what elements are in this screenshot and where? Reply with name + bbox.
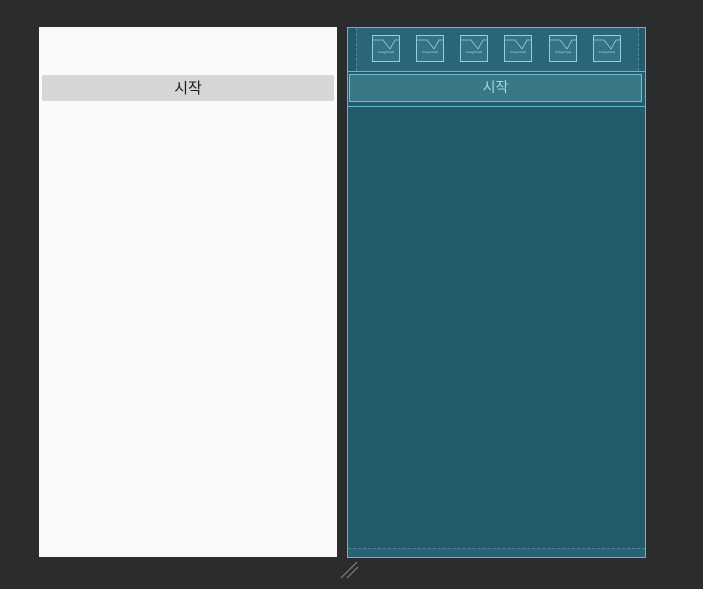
image-view-icon xyxy=(505,39,531,50)
image-view-label: ImageView xyxy=(421,50,439,54)
start-button[interactable]: 시작 xyxy=(42,75,334,101)
image-view-2[interactable]: ImageView xyxy=(416,35,444,62)
image-view-6[interactable]: ImageView xyxy=(593,35,621,62)
image-view-label: ImageView xyxy=(554,50,572,54)
blueprint-divider xyxy=(348,71,645,72)
image-view-icon xyxy=(461,39,487,50)
design-preview[interactable]: 시작 xyxy=(39,27,337,557)
layout-editor-canvas: 시작 ImageView ImageView ImageView ImageVi… xyxy=(0,0,703,589)
image-view-1[interactable]: ImageView xyxy=(372,35,400,62)
image-view-5[interactable]: ImageView xyxy=(549,35,577,62)
blueprint-divider xyxy=(348,106,645,107)
image-view-icon xyxy=(594,39,620,50)
image-view-label: ImageView xyxy=(465,50,483,54)
image-view-label: ImageView xyxy=(509,50,527,54)
image-view-4[interactable]: ImageView xyxy=(504,35,532,62)
image-view-icon xyxy=(417,39,443,50)
image-view-label: ImageView xyxy=(598,50,616,54)
resize-handle-icon[interactable] xyxy=(339,561,361,581)
blueprint-bottom-strip xyxy=(348,548,645,557)
image-view-3[interactable]: ImageView xyxy=(460,35,488,62)
blueprint-preview[interactable]: ImageView ImageView ImageView ImageView xyxy=(347,27,646,558)
image-view-icon xyxy=(550,39,576,50)
start-button-blueprint[interactable]: 시작 xyxy=(349,74,642,102)
image-view-icon xyxy=(373,39,399,50)
image-view-label: ImageView xyxy=(377,50,395,54)
